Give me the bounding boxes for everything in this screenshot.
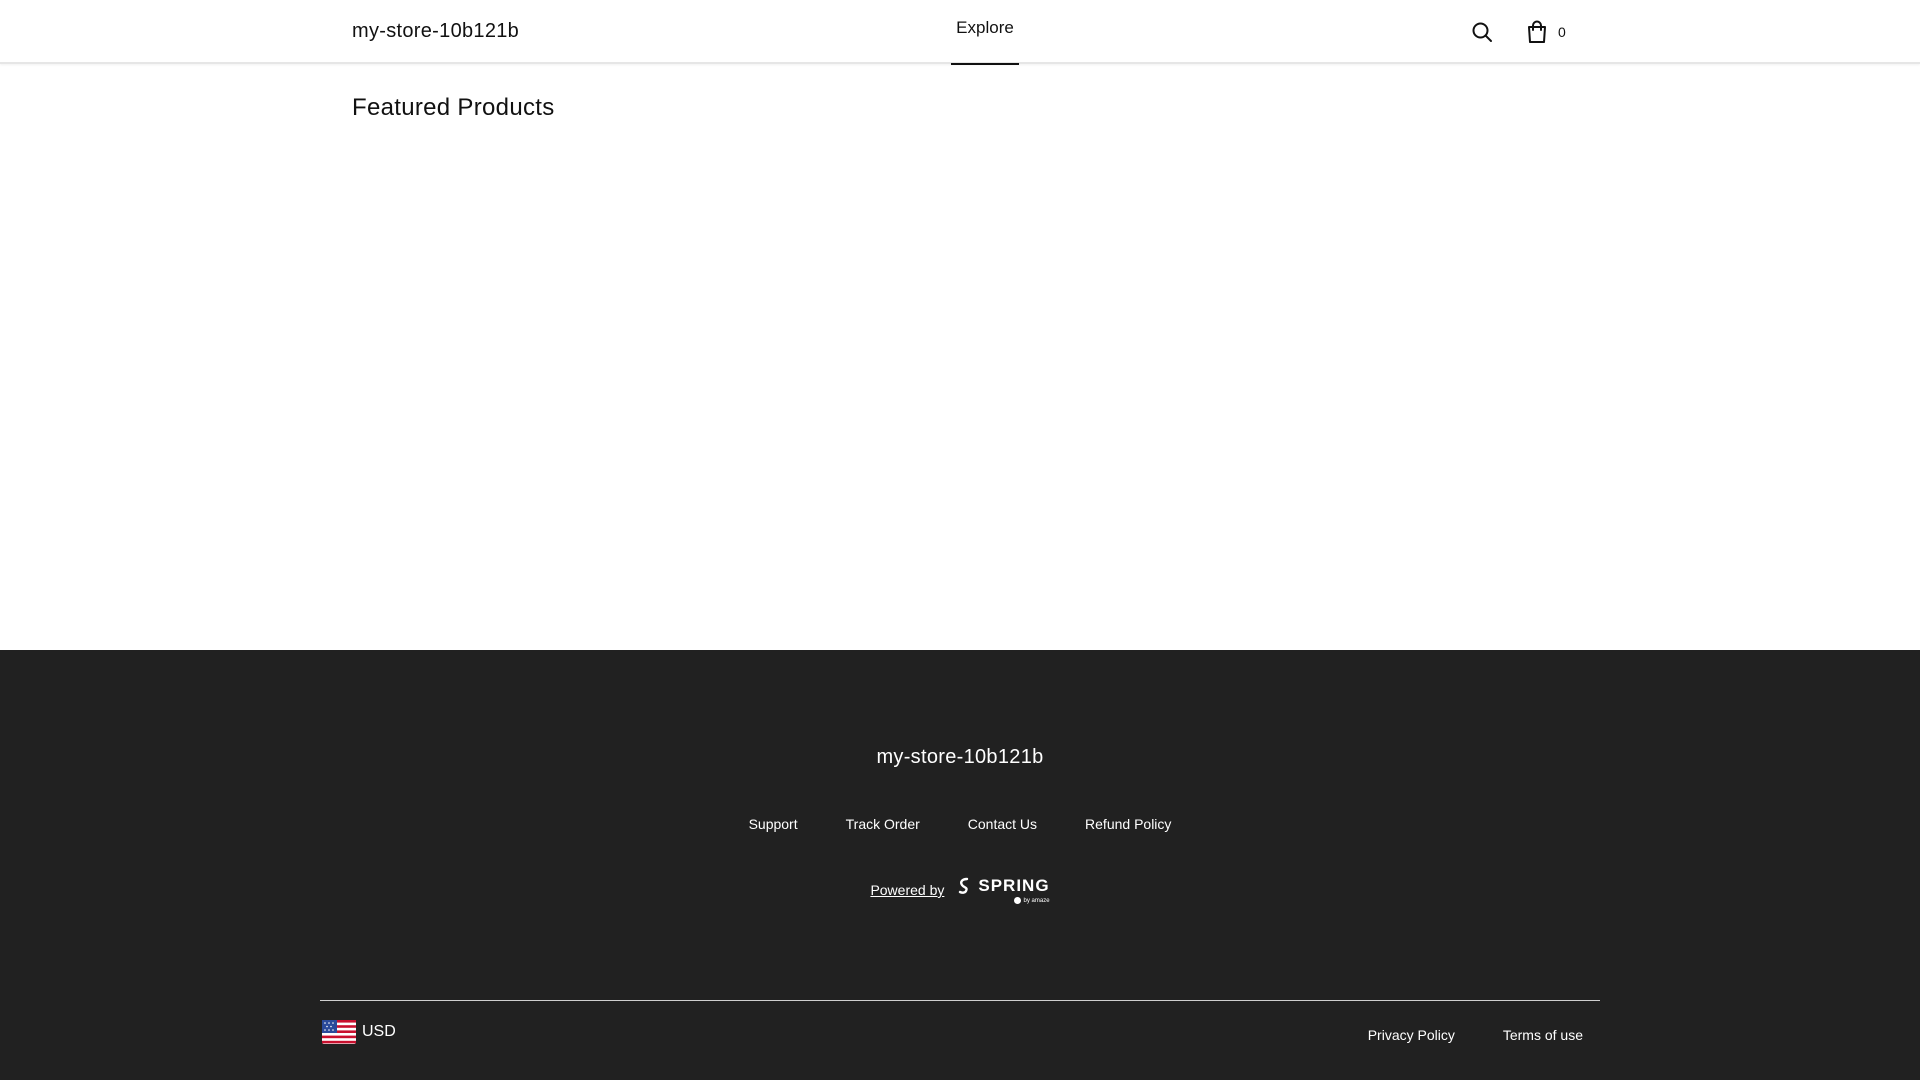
- cart-count: 0: [1558, 24, 1566, 40]
- nav-tab-explore-label: Explore: [956, 18, 1014, 37]
- spring-logo-sub: by amaze: [1013, 897, 1050, 904]
- spring-logo-sub-text: by amaze: [1023, 897, 1050, 904]
- privacy-policy-link[interactable]: Privacy Policy: [1368, 1027, 1455, 1043]
- search-button[interactable]: [1470, 20, 1494, 44]
- site-header: my-store-10b121b Explore 0: [0, 0, 1920, 65]
- footer-divider: [320, 1000, 1600, 1001]
- spring-logo-icon: [959, 877, 969, 894]
- shopping-bag-icon: [1528, 20, 1546, 43]
- search-icon: [1472, 22, 1492, 42]
- cart-button[interactable]: 0: [1526, 18, 1566, 46]
- spring-logo-word: SPRING: [978, 876, 1050, 895]
- site-footer: my-store-10b121b Support Track Order Con…: [0, 650, 1920, 1080]
- footer-store-name: my-store-10b121b: [876, 746, 1044, 768]
- powered-by-link[interactable]: Powered by: [870, 882, 944, 898]
- active-tab-underline: [951, 63, 1019, 65]
- footer-link-support[interactable]: Support: [749, 816, 798, 832]
- terms-of-use-link[interactable]: Terms of use: [1503, 1027, 1583, 1043]
- currency-label: USD: [362, 1023, 396, 1040]
- footer-link-refund-policy[interactable]: Refund Policy: [1085, 816, 1171, 832]
- footer-link-contact-us[interactable]: Contact Us: [968, 816, 1037, 832]
- us-flag-icon: [322, 1020, 356, 1044]
- amaze-dot-icon: [1013, 897, 1021, 904]
- spring-logo[interactable]: SPRING by amaze: [956, 876, 1050, 904]
- featured-products-title: Featured Products: [352, 94, 555, 121]
- store-logo[interactable]: my-store-10b121b: [352, 20, 519, 43]
- products-grid: [352, 150, 1568, 630]
- currency-selector[interactable]: USD: [322, 1020, 396, 1044]
- footer-link-track-order[interactable]: Track Order: [846, 816, 920, 832]
- nav-tab-explore[interactable]: Explore: [951, 0, 1019, 65]
- footer-links: Support Track Order Contact Us Refund Po…: [0, 816, 1920, 832]
- legal-links: Privacy Policy Terms of use: [1368, 1027, 1583, 1043]
- powered-by: Powered by SPRING by amaze: [0, 876, 1920, 904]
